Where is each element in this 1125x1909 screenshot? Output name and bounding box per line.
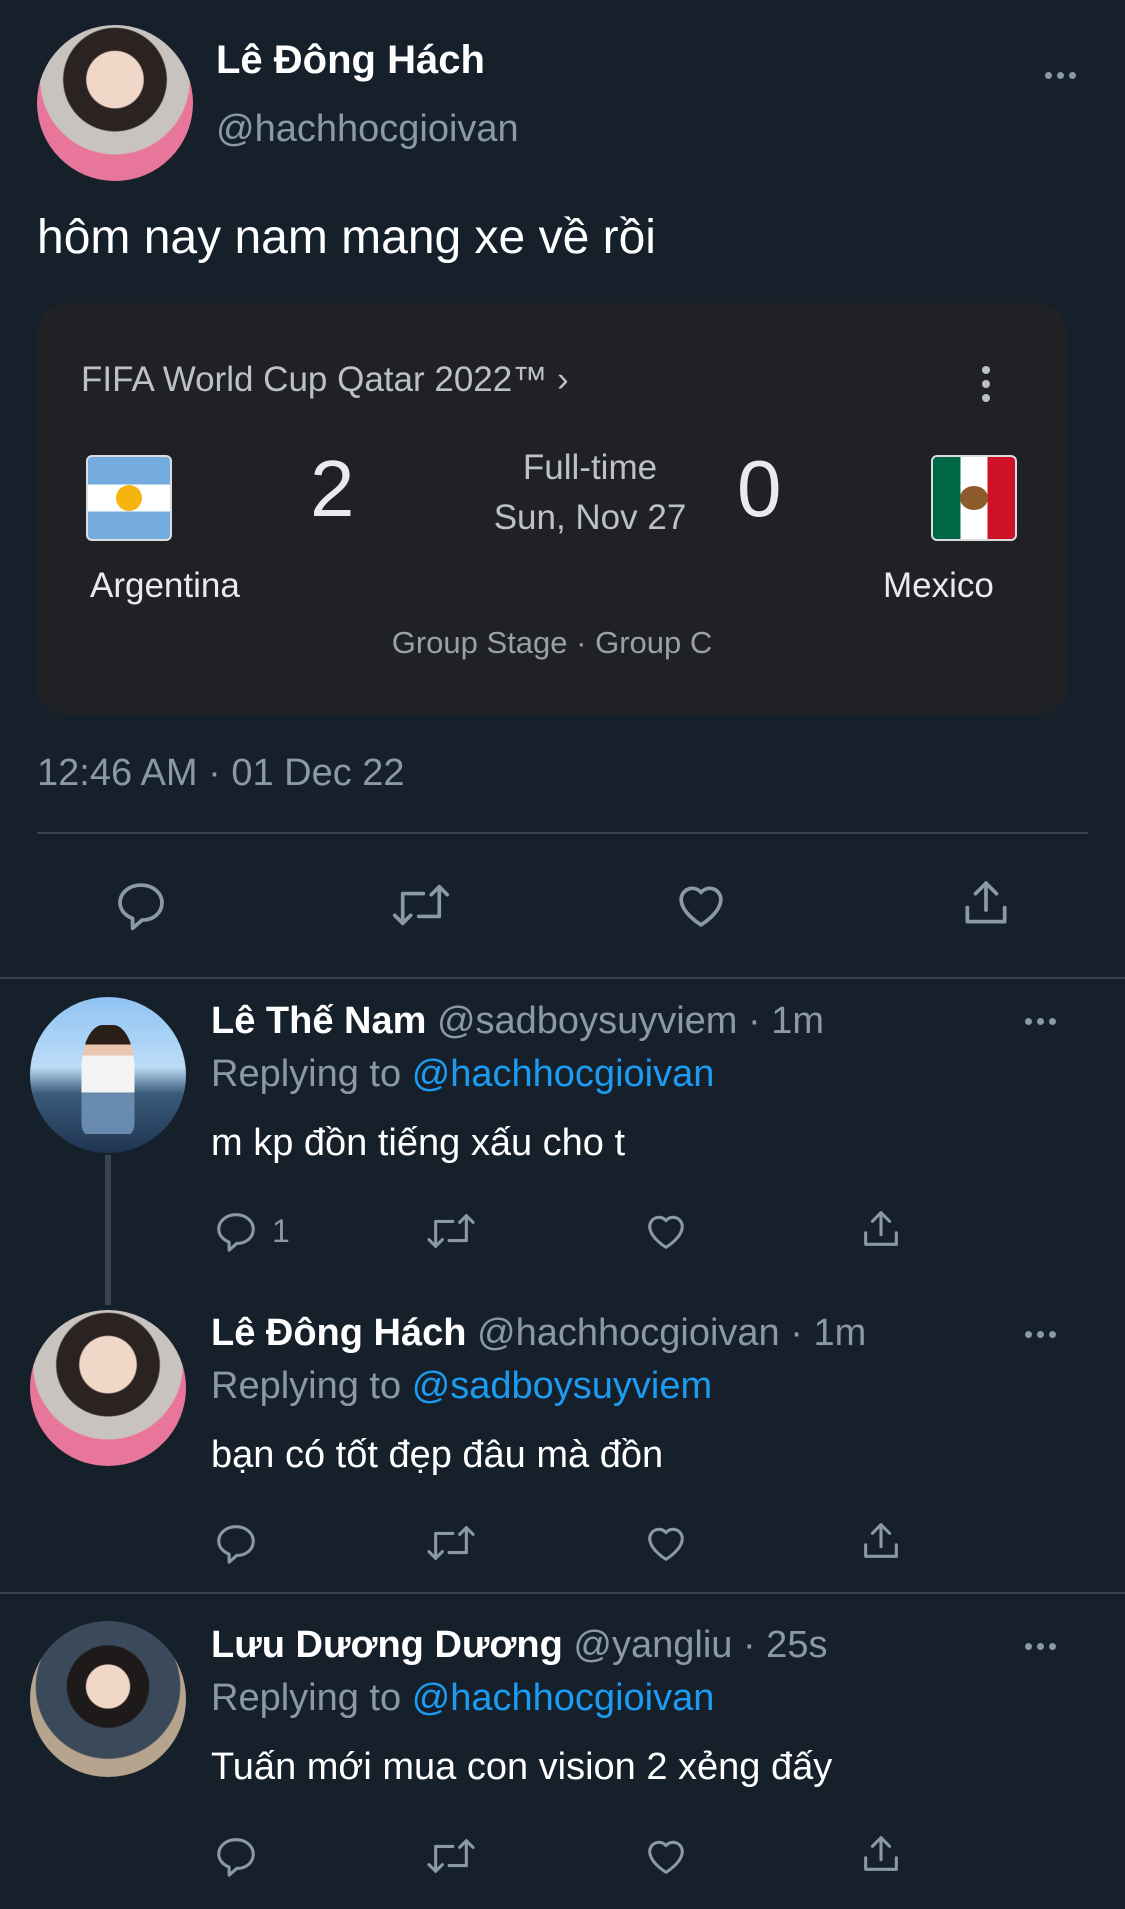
author-name[interactable]: Lê Đông Hách — [216, 38, 485, 83]
divider — [0, 1592, 1125, 1594]
retweet-icon[interactable] — [424, 1833, 478, 1879]
avatar[interactable] — [30, 1621, 186, 1777]
reply-count: 1 — [272, 1213, 290, 1249]
author-name[interactable]: Lưu Dương Dương — [211, 1624, 563, 1666]
tweet-timestamp[interactable]: 12:46 AM · 01 Dec 22 — [37, 752, 405, 795]
like-icon[interactable] — [673, 877, 729, 933]
argentina-flag-icon — [86, 455, 172, 541]
avatar[interactable] — [30, 1310, 186, 1466]
share-icon[interactable] — [958, 875, 1014, 931]
match-status: Full-time — [522, 448, 658, 487]
mexico-flag-icon — [931, 455, 1017, 541]
author-meta[interactable]: @sadboysuyviem · 1m — [437, 1000, 824, 1042]
replying-label: Replying to — [211, 1365, 402, 1407]
match-stage: Group Stage · Group C — [391, 625, 713, 660]
author-name[interactable]: Lê Đông Hách — [211, 1312, 466, 1354]
home-score: 2 — [310, 444, 355, 533]
thread-line — [105, 1155, 111, 1305]
more-icon[interactable] — [1025, 1643, 1056, 1650]
reply-icon[interactable] — [213, 1520, 259, 1566]
reply-icon[interactable] — [213, 1833, 259, 1879]
competition-title[interactable]: FIFA World Cup Qatar 2022™ › — [81, 360, 569, 400]
replying-to-link[interactable]: @sadboysuyviem — [412, 1365, 712, 1407]
author-meta[interactable]: @yangliu · 25s — [573, 1624, 827, 1666]
reply-icon[interactable] — [113, 877, 169, 933]
match-date: Sun, Nov 27 — [493, 498, 687, 537]
avatar[interactable] — [37, 25, 193, 181]
divider — [37, 832, 1088, 834]
away-team[interactable]: Mexico — [883, 566, 994, 606]
more-icon[interactable] — [1025, 1018, 1056, 1025]
retweet-icon[interactable] — [389, 877, 453, 933]
reply-icon[interactable] — [213, 1208, 259, 1254]
replying-to-link[interactable]: @hachhocgioivan — [412, 1677, 715, 1719]
card-more-icon[interactable] — [981, 365, 991, 408]
like-icon[interactable] — [643, 1520, 689, 1566]
author-name[interactable]: Lê Thế Nam — [211, 1000, 426, 1042]
away-score: 0 — [737, 444, 782, 533]
avatar[interactable] — [30, 997, 186, 1153]
like-icon[interactable] — [643, 1833, 689, 1879]
replying-to-link[interactable]: @hachhocgioivan — [412, 1053, 715, 1095]
retweet-icon[interactable] — [424, 1208, 478, 1254]
replying-label: Replying to — [211, 1053, 402, 1095]
like-icon[interactable] — [643, 1208, 689, 1254]
retweet-icon[interactable] — [424, 1520, 478, 1566]
replying-label: Replying to — [211, 1677, 402, 1719]
share-icon[interactable] — [858, 1518, 904, 1564]
score-card[interactable]: FIFA World Cup Qatar 2022™ › Argentina 2… — [37, 303, 1067, 715]
share-icon[interactable] — [858, 1831, 904, 1877]
home-team[interactable]: Argentina — [90, 566, 240, 606]
share-icon[interactable] — [858, 1206, 904, 1252]
reply-text: m kp đồn tiếng xấu cho t — [211, 1122, 626, 1164]
author-handle[interactable]: @hachhocgioivan — [216, 108, 519, 151]
author-meta[interactable]: @hachhocgioivan · 1m — [477, 1312, 866, 1354]
reply-text: Tuấn mới mua con vision 2 xẻng đấy — [211, 1746, 833, 1788]
reply-text: bạn có tốt đẹp đâu mà đồn — [211, 1434, 664, 1476]
tweet-text: hôm nay nam mang xe về rồi — [37, 211, 656, 264]
more-icon[interactable] — [1025, 1331, 1056, 1338]
more-icon[interactable] — [1045, 72, 1076, 79]
divider — [0, 977, 1125, 979]
